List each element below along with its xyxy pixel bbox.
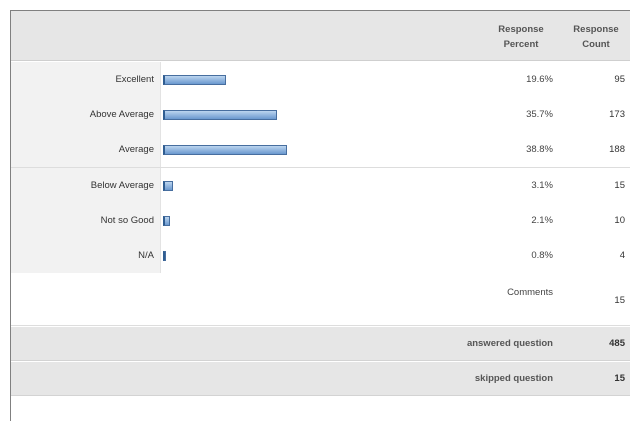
response-bar [163, 145, 288, 156]
response-count-header-line2: Count [582, 39, 610, 50]
table-row: Excellent 19.6% 95 [11, 62, 630, 98]
row-label: Above Average [89, 109, 154, 121]
response-percent: 35.7% [526, 109, 553, 121]
table-row: Not so Good 2.1% 10 [11, 202, 630, 239]
response-count-header-line1: Response [573, 24, 619, 35]
answered-question-label: answered question [466, 338, 553, 349]
response-bar [163, 180, 173, 191]
row-label-cell: Excellent [11, 62, 161, 97]
row-label: N/A [138, 250, 154, 261]
response-bar [163, 110, 278, 121]
row-label-cell: Average [11, 132, 161, 168]
response-count-header: Response Count [563, 22, 629, 52]
table-row: Above Average 35.7% 173 [11, 97, 630, 134]
comments-link[interactable]: Comments [481, 287, 553, 298]
response-percent: 0.8% [531, 250, 553, 261]
skipped-question-row: skipped question 15 [11, 362, 630, 396]
table-header: Response Percent Response Count [11, 11, 630, 61]
bar-area [161, 132, 630, 168]
row-label-cell: Below Average [11, 167, 161, 203]
answered-question-value: 485 [609, 338, 625, 349]
skipped-question-value: 15 [614, 373, 625, 384]
response-count: 4 [619, 250, 625, 261]
response-percent: 2.1% [531, 214, 553, 226]
response-count: 10 [614, 214, 625, 226]
response-bar [163, 215, 170, 226]
answered-question-row: answered question 485 [11, 327, 630, 361]
row-label: Below Average [90, 179, 154, 191]
response-count: 173 [609, 109, 625, 121]
response-bar [163, 75, 226, 85]
table-row: Below Average 3.1% 15 [11, 167, 630, 204]
table-row: Average 38.8% 188 [11, 132, 630, 169]
row-label: Average [118, 144, 154, 156]
row-label-cell: Not so Good [11, 202, 161, 238]
survey-results-table: Response Percent Response Count Excellen… [10, 10, 630, 421]
bar-area [161, 202, 630, 238]
skipped-question-label: skipped question [474, 373, 553, 384]
bar-area [161, 62, 630, 97]
row-label-cell: Above Average [11, 97, 161, 133]
row-label: Not so Good [100, 214, 154, 226]
bar-area [161, 167, 630, 203]
response-count: 95 [614, 74, 625, 85]
comments-count: 15 [614, 295, 625, 306]
response-percent: 19.6% [526, 74, 553, 85]
table-row: N/A 0.8% 4 [11, 238, 630, 274]
response-percent-header-line1: Response [498, 24, 544, 35]
response-percent-header-line2: Percent [503, 39, 539, 50]
response-percent: 3.1% [531, 179, 553, 191]
row-label: Excellent [115, 74, 154, 85]
row-label-cell: N/A [11, 238, 161, 273]
comments-row: Comments 15 [11, 273, 630, 326]
response-percent: 38.8% [526, 144, 553, 156]
bar-area [161, 238, 630, 273]
response-bar [163, 251, 166, 261]
bar-area [161, 97, 630, 133]
response-count: 15 [614, 179, 625, 191]
response-percent-header: Response Percent [486, 22, 556, 52]
response-count: 188 [609, 144, 625, 156]
